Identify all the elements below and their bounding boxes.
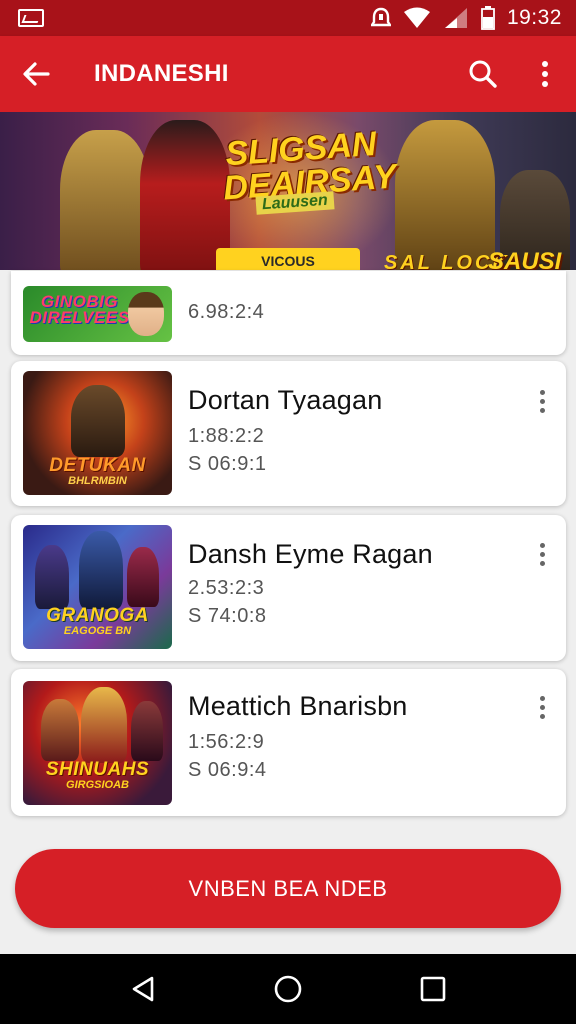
- list-item-title: Meattich Bnarisbn: [188, 691, 408, 721]
- wifi-icon: [403, 7, 430, 28]
- signal-icon: [444, 8, 467, 28]
- list-item[interactable]: GINOBIG DIRELVEES 6.98:2:4: [11, 271, 566, 355]
- nav-recents-button[interactable]: [403, 959, 463, 1019]
- thumbnail-character: [35, 545, 69, 609]
- thumbnail-character: [71, 385, 125, 457]
- banner-pill: VICOUS: [216, 248, 360, 270]
- thumbnail-character: [81, 687, 127, 763]
- nav-back-button[interactable]: [113, 959, 173, 1019]
- list-item-thumbnail: GRANOGA EAGOGE BN: [23, 525, 172, 649]
- nav-back-icon: [132, 976, 153, 1002]
- list-item[interactable]: SHINUAHS GIRGSIOAB Meattich Bnarisbn 1:5…: [11, 669, 566, 816]
- list-item-meta-secondary: S 06:9:1: [188, 453, 267, 475]
- alarm-icon: [370, 7, 391, 27]
- app-bar: INDANESHI: [0, 36, 576, 112]
- list-item-thumbnail: GINOBIG DIRELVEES: [23, 286, 172, 342]
- page-title: INDANESHI: [94, 60, 229, 87]
- list-item-meta-secondary: S 74:0:8: [188, 605, 267, 627]
- banner-hero-heroine: [140, 120, 230, 270]
- nav-home-icon: [274, 975, 302, 1003]
- list-item-meta-secondary: S 06:9:4: [188, 759, 267, 781]
- list-item-meta: 6.98:2:4: [188, 301, 265, 323]
- item-more-button[interactable]: [530, 689, 554, 725]
- thumbnail-character: [79, 531, 123, 609]
- system-nav-bar: [0, 954, 576, 1024]
- list-item[interactable]: DETUKAN BHLRMBIN Dortan Tyaagan 1:88:2:2…: [11, 361, 566, 506]
- thumbnail-character: [128, 292, 164, 336]
- thumbnail-title: SHINUAHS: [45, 759, 150, 780]
- list-item-thumbnail: SHINUAHS GIRGSIOAB: [23, 681, 172, 805]
- back-button[interactable]: [0, 36, 72, 112]
- banner-hero-left: [60, 130, 150, 270]
- banner-hero-armored: [395, 120, 495, 270]
- gallery-icon: [18, 9, 44, 27]
- status-bar: 19:32: [0, 0, 576, 36]
- list-item-title: Dansh Eyme Ragan: [188, 539, 433, 569]
- thumbnail-character: [131, 701, 163, 761]
- search-icon: [469, 60, 497, 88]
- primary-action-button[interactable]: VNBEN BEA NDEB: [15, 849, 561, 928]
- list-item[interactable]: GRANOGA EAGOGE BN Dansh Eyme Ragan 2.53:…: [11, 515, 566, 661]
- featured-banner[interactable]: SLIGSAN DEAIRSAY Lauusen VICOUS SAL LOCK…: [0, 112, 576, 270]
- list-item-thumbnail: DETUKAN BHLRMBIN: [23, 371, 172, 495]
- list-item-meta: 1:88:2:2: [188, 425, 265, 447]
- thumbnail-character: [41, 699, 79, 761]
- thumbnail-title: GRANOGA: [46, 605, 149, 626]
- more-options-button[interactable]: [514, 36, 576, 112]
- banner-tag-right: SAUSI: [488, 248, 562, 270]
- thumbnail-subtitle: GIRGSIOAB: [66, 779, 129, 791]
- list-item-meta: 1:56:2:9: [188, 731, 265, 753]
- nav-home-button[interactable]: [258, 959, 318, 1019]
- status-time: 19:32: [506, 6, 562, 29]
- thumbnail-subtitle: BHLRMBIN: [68, 475, 127, 487]
- battery-icon: [481, 6, 495, 30]
- nav-recents-icon: [421, 976, 446, 1002]
- thumbnail-character: [127, 547, 159, 607]
- back-arrow-icon: [23, 62, 50, 86]
- list-item-title: Dortan Tyaagan: [188, 385, 383, 415]
- thumbnail-title: DETUKAN: [49, 455, 146, 476]
- thumbnail-subtitle: EAGOGE BN: [63, 625, 132, 637]
- search-button[interactable]: [452, 36, 514, 112]
- item-more-button[interactable]: [530, 536, 554, 572]
- status-icons: 19:32: [370, 6, 562, 30]
- more-vert-icon: [542, 61, 548, 87]
- list-item-meta: 2.53:2:3: [188, 577, 265, 599]
- thumbnail-title: GINOBIG DIRELVEES: [29, 292, 130, 327]
- item-more-button[interactable]: [530, 383, 554, 419]
